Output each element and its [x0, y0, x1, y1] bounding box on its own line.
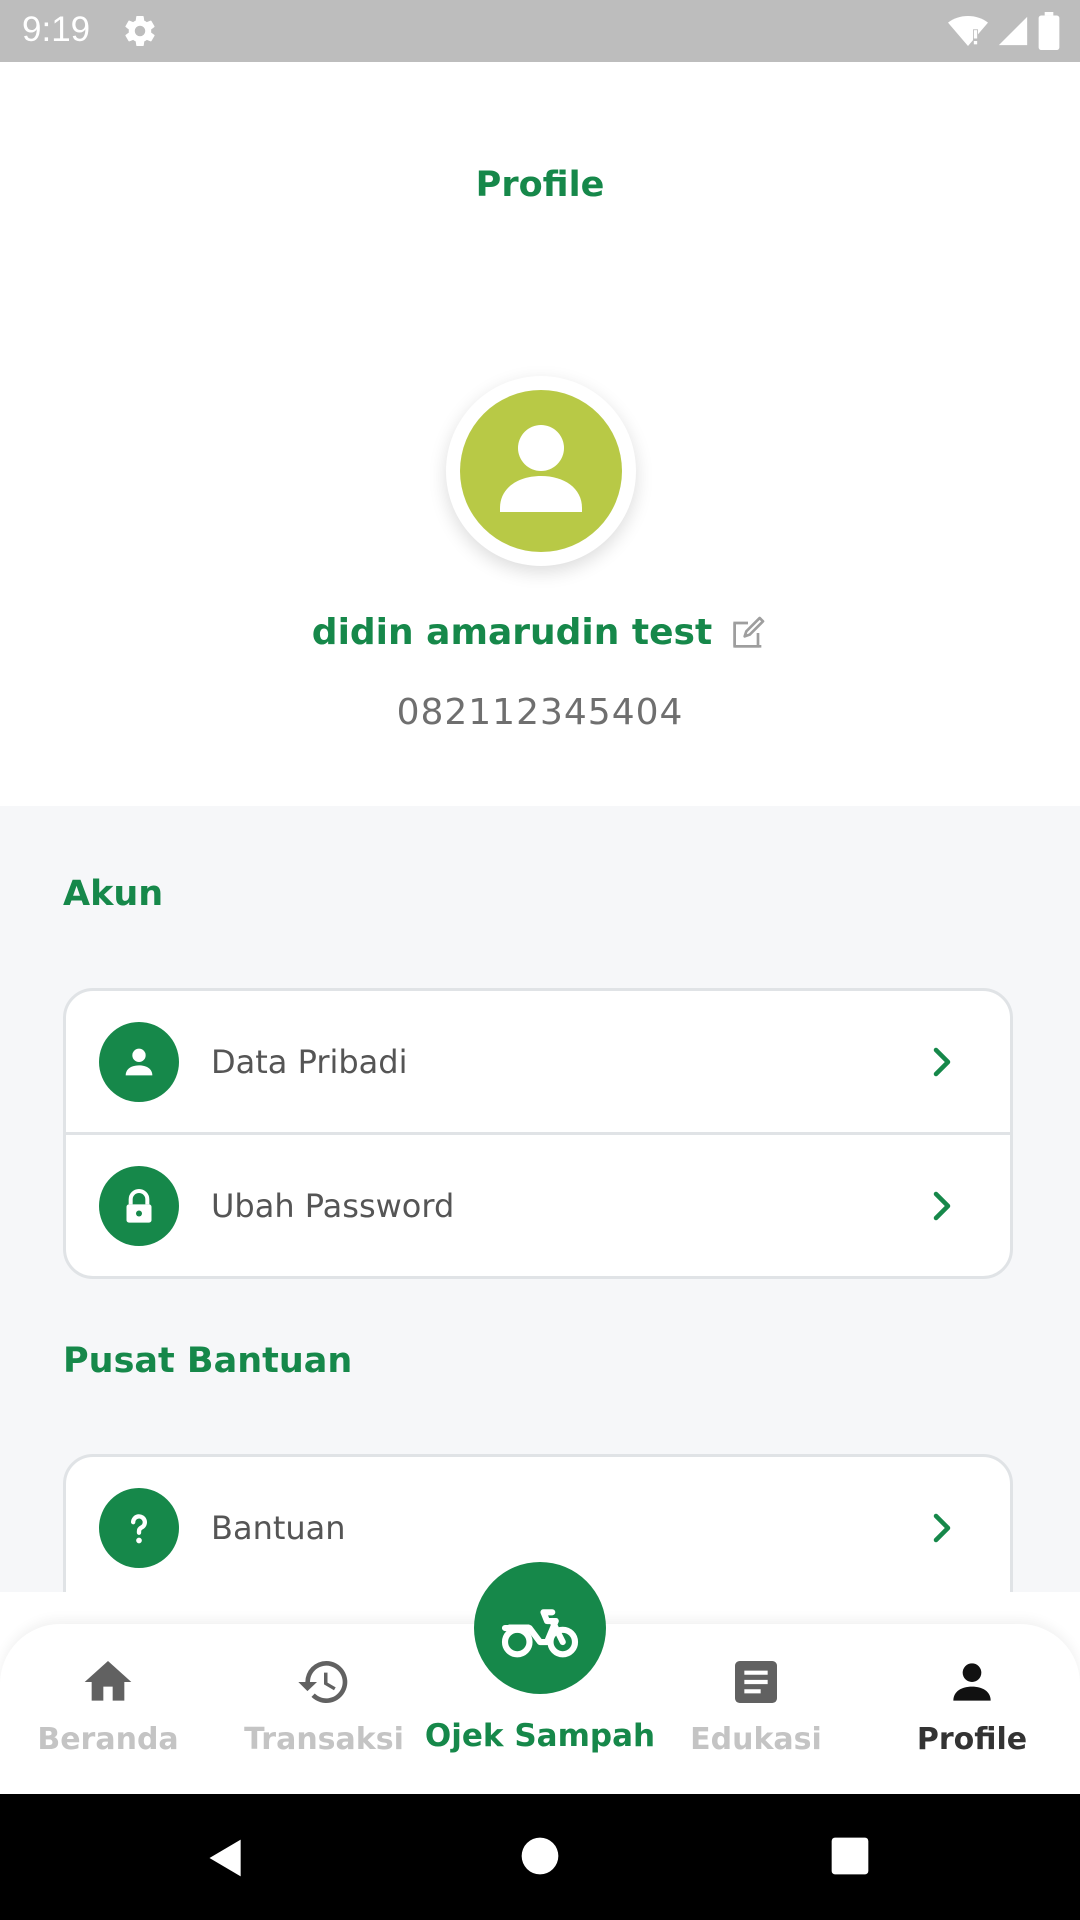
- status-time: 9:19: [22, 10, 91, 49]
- nav-label-ojek-sampah[interactable]: Ojek Sampah: [0, 1718, 1080, 1754]
- recents-icon[interactable]: [830, 1836, 870, 1876]
- profile-name-row: didin amarudin test: [0, 612, 1080, 653]
- person-icon: [953, 1663, 991, 1701]
- akun-card: Data Pribadi Ubah Password: [63, 988, 1013, 1279]
- wifi-icon: [948, 16, 988, 46]
- nav-item-edukasi[interactable]: Edukasi: [648, 1624, 864, 1794]
- menu-item-label: Bantuan: [211, 1508, 346, 1547]
- edit-icon[interactable]: [728, 613, 768, 653]
- page-title: Profile: [475, 165, 605, 205]
- person-icon: [99, 1021, 179, 1102]
- settings-content: Akun Data Pribadi Ubah Password Pusat Ba…: [0, 806, 1080, 1592]
- menu-item-label: Data Pribadi: [211, 1042, 408, 1081]
- question-icon: [99, 1487, 179, 1568]
- avatar[interactable]: [446, 376, 636, 566]
- nav-item-transaksi[interactable]: Transaksi: [216, 1624, 432, 1794]
- profile-phone: 082112345404: [396, 692, 684, 733]
- home-icon: [84, 1661, 132, 1701]
- nav-item-profile[interactable]: Profile: [864, 1624, 1080, 1794]
- chevron-right-icon: [933, 1047, 951, 1076]
- battery-icon: [1038, 12, 1060, 50]
- back-icon[interactable]: [204, 1836, 248, 1880]
- settings-gear-icon: [125, 16, 155, 46]
- system-navigation-bar: [0, 1794, 1080, 1920]
- section-title-pusat-bantuan: Pusat Bantuan: [63, 1341, 353, 1381]
- status-bar: 9:19: [0, 0, 1080, 62]
- article-icon: [735, 1661, 777, 1703]
- menu-item-ubah-password[interactable]: Ubah Password: [66, 1132, 1010, 1276]
- chevron-right-icon: [933, 1191, 951, 1220]
- chevron-right-icon: [933, 1513, 951, 1542]
- signal-icon: [998, 16, 1028, 46]
- home-button-icon[interactable]: [520, 1836, 560, 1876]
- status-icons: [948, 12, 1060, 50]
- ojek-sampah-button[interactable]: [474, 1562, 606, 1694]
- avatar-person-icon: [460, 390, 622, 552]
- menu-item-label: Ubah Password: [211, 1186, 455, 1225]
- profile-name: didin amarudin test: [311, 612, 713, 653]
- nav-item-beranda[interactable]: Beranda: [0, 1624, 216, 1794]
- section-title-akun: Akun: [63, 874, 164, 914]
- menu-item-data-pribadi[interactable]: Data Pribadi: [66, 991, 1010, 1132]
- history-icon: [298, 1661, 348, 1703]
- motorcycle-icon: [501, 1609, 579, 1658]
- lock-icon: [99, 1165, 179, 1246]
